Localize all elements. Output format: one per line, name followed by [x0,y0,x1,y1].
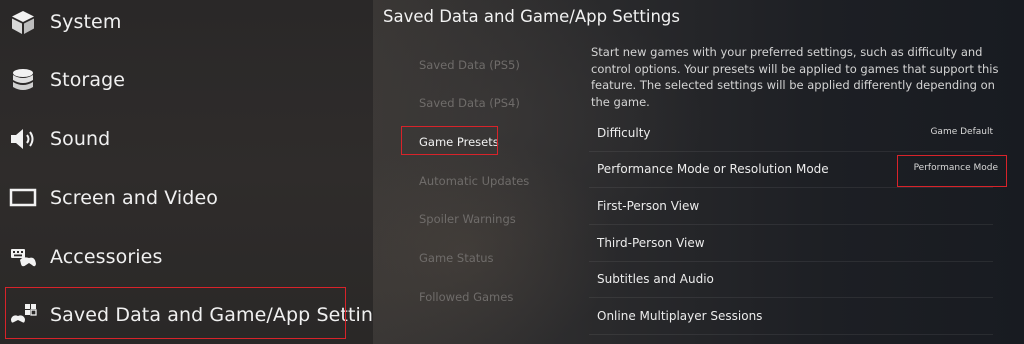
setting-label: Third-Person View [597,236,705,250]
sidebar-item-label: Accessories [50,246,163,268]
active-subnav-highlight [401,126,498,155]
subnav-saved-data-ps4[interactable]: Saved Data (PS4) [419,96,520,110]
cube-icon [8,7,38,37]
sidebar-item-label: Sound [50,128,111,150]
setting-row-subtitles-and-audio[interactable]: Subtitles and Audio [589,262,993,298]
subnav-saved-data-ps5[interactable]: Saved Data (PS5) [419,58,520,72]
setting-label: First-Person View [597,199,700,213]
setting-label: Performance Mode or Resolution Mode [597,162,829,176]
setting-label: Subtitles and Audio [597,272,714,286]
settings-sidebar: System Storage Sound Screen and Video Ac… [0,0,395,344]
accessories-icon [8,242,38,272]
storage-icon [8,65,38,95]
sidebar-item-system[interactable]: System [0,0,373,51]
sidebar-item-storage[interactable]: Storage [0,51,373,109]
sidebar-item-label: System [50,11,122,33]
speaker-icon [8,124,38,154]
setting-value: Game Default [930,127,993,137]
selected-value-highlight [897,155,1007,187]
sidebar-item-label: Screen and Video [50,187,218,209]
setting-label: Difficulty [597,126,651,140]
sidebar-item-label: Storage [50,69,126,91]
setting-row-first-person-view[interactable]: First-Person View [589,189,993,225]
subnav-spoiler-warnings[interactable]: Spoiler Warnings [419,212,516,226]
setting-row-online-multiplayer-sessions[interactable]: Online Multiplayer Sessions [589,299,993,335]
page-title: Saved Data and Game/App Settings [383,7,680,26]
settings-detail-panel: Saved Data and Game/App Settings Saved D… [373,0,1024,344]
setting-row-difficulty[interactable]: Difficulty Game Default [589,116,993,152]
screen-icon [8,183,38,213]
sidebar-item-screen-and-video[interactable]: Screen and Video [0,169,373,227]
subnav-automatic-updates[interactable]: Automatic Updates [419,174,529,188]
subnav-game-status[interactable]: Game Status [419,251,494,265]
setting-label: Online Multiplayer Sessions [597,309,763,323]
game-presets-description: Start new games with your preferred sett… [591,45,999,109]
setting-row-third-person-view[interactable]: Third-Person View [589,226,993,262]
sidebar-item-sound[interactable]: Sound [0,110,373,168]
subnav-followed-games[interactable]: Followed Games [419,290,513,304]
selected-item-highlight [5,287,346,339]
sidebar-item-accessories[interactable]: Accessories [0,228,373,286]
